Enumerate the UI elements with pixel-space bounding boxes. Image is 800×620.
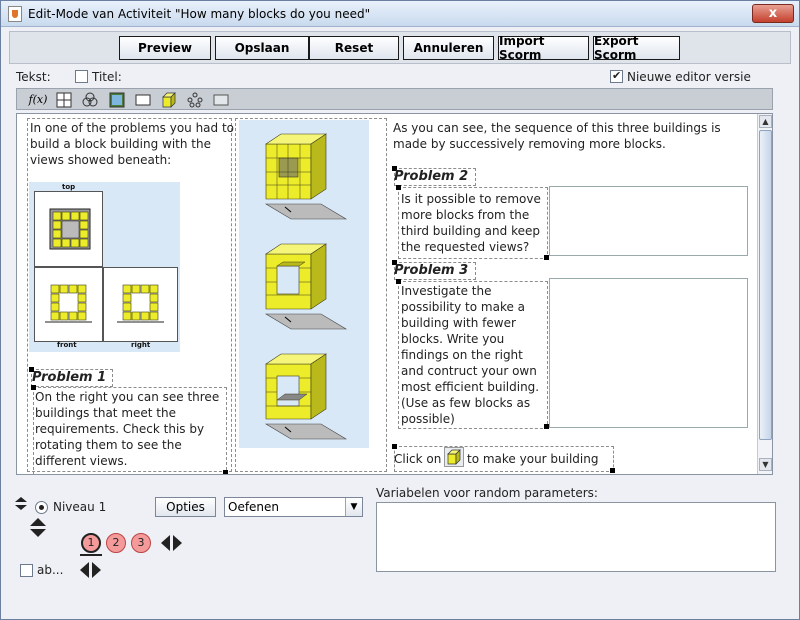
buildings-panel [239, 120, 369, 448]
building-2 [264, 243, 348, 330]
variables-textarea[interactable] [376, 502, 776, 572]
make-building-text: to make your building [467, 452, 599, 466]
sequence-text[interactable]: As you can see, the sequence of this thr… [393, 120, 753, 152]
image-icon[interactable] [108, 91, 126, 108]
problem2-answer-box[interactable] [549, 186, 748, 256]
options-button[interactable]: Opties [155, 497, 216, 517]
level-label: Niveau 1 [53, 500, 107, 514]
building-3 [264, 353, 348, 440]
click-on-text: Click on [394, 452, 442, 466]
new-editor-checkbox[interactable] [610, 69, 623, 83]
new-editor-label: Nieuwe editor versie [627, 70, 751, 84]
export-scorm-button[interactable]: Export Scorm [593, 34, 680, 62]
rectangle-icon[interactable] [212, 91, 230, 108]
front-view-cell [34, 267, 103, 342]
view-label-right: right [131, 341, 151, 349]
action-button-bar: Preview Opslaan Reset Annuleren Import S… [9, 31, 791, 64]
active-level-underline [80, 554, 102, 556]
java-icon [8, 5, 22, 22]
scroll-down-arrow[interactable]: ▼ [759, 458, 772, 471]
right-view-cell [103, 267, 178, 342]
problem1-text[interactable]: On the right you can see three buildings… [35, 389, 223, 469]
graph-icon[interactable] [186, 91, 204, 108]
window-title: Edit-Mode van Activiteit "How many block… [28, 6, 371, 21]
cube-icon[interactable] [160, 91, 178, 108]
resize-handle[interactable] [392, 444, 397, 449]
mode-select-value: Oefenen [228, 500, 280, 514]
reset-button[interactable]: Reset [309, 36, 399, 60]
problem1-title[interactable]: Problem 1 [32, 370, 106, 385]
right-view-grid [117, 284, 164, 323]
move-updown-icon[interactable] [29, 518, 47, 538]
view-label-top: top [62, 183, 76, 191]
top-view-cell [34, 191, 103, 267]
title-bar: Edit-Mode van Activiteit "How many block… [1, 1, 799, 27]
cancel-button[interactable]: Annuleren [403, 36, 494, 60]
cube-icon [447, 449, 461, 465]
level-1-button[interactable]: 1 [81, 533, 101, 553]
move-leftright-icon[interactable] [161, 534, 183, 552]
resize-handle[interactable] [610, 468, 615, 473]
app-window: Edit-Mode van Activiteit "How many block… [0, 0, 800, 620]
editor-toolbar: f(x) [16, 88, 773, 110]
scroll-thumb[interactable] [759, 130, 772, 440]
build-cube-button[interactable] [444, 447, 464, 467]
resize-handle[interactable] [223, 470, 228, 474]
formula-icon[interactable]: f(x) [27, 91, 49, 108]
scroll-up-arrow[interactable]: ▲ [759, 115, 772, 128]
variables-label: Variabelen voor random parameters: [376, 486, 598, 500]
view-label-front: front [57, 341, 77, 349]
top-view-grid [49, 208, 91, 250]
close-button[interactable]: x [752, 4, 794, 23]
problem2-text[interactable]: Is it possible to remove more blocks fro… [401, 191, 551, 255]
preview-button[interactable]: Preview [119, 36, 211, 60]
move-leftright-icon[interactable] [80, 561, 102, 579]
problem3-answer-box[interactable] [549, 278, 748, 428]
grid-icon[interactable] [55, 91, 73, 108]
applet-icon[interactable] [81, 91, 99, 108]
intro-text[interactable]: In one of the problems you had to build … [30, 120, 235, 168]
level-3-button[interactable]: 3 [131, 533, 151, 553]
level-radio[interactable] [35, 501, 48, 514]
editor-vertical-scrollbar[interactable]: ▲ ▼ [757, 114, 772, 474]
front-view-grid [45, 284, 92, 323]
import-scorm-button[interactable]: Import Scorm [498, 34, 589, 62]
sort-arrows-icon[interactable] [14, 497, 28, 511]
problem3-text[interactable]: Investigate the possibility to make a bu… [401, 283, 549, 427]
views-diagram: top front right [29, 182, 180, 352]
problem2-title[interactable]: Problem 2 [394, 169, 468, 184]
save-button[interactable]: Opslaan [215, 36, 309, 60]
title-checkbox[interactable] [75, 70, 88, 83]
content-editor[interactable]: In one of the problems you had to build … [16, 113, 773, 475]
resize-handle[interactable] [396, 185, 401, 190]
textbox-icon[interactable] [134, 91, 152, 108]
title-label: Titel: [92, 70, 122, 84]
ab-label: ab... [37, 563, 64, 577]
level-2-button[interactable]: 2 [106, 533, 126, 553]
problem3-title[interactable]: Problem 3 [394, 263, 468, 278]
text-label: Tekst: [16, 70, 51, 84]
ab-checkbox[interactable] [20, 564, 33, 577]
mode-select[interactable]: Oefenen ▼ [224, 497, 363, 517]
building-1 [264, 133, 348, 220]
block-buildings [264, 133, 348, 440]
chevron-down-icon[interactable]: ▼ [345, 498, 362, 516]
